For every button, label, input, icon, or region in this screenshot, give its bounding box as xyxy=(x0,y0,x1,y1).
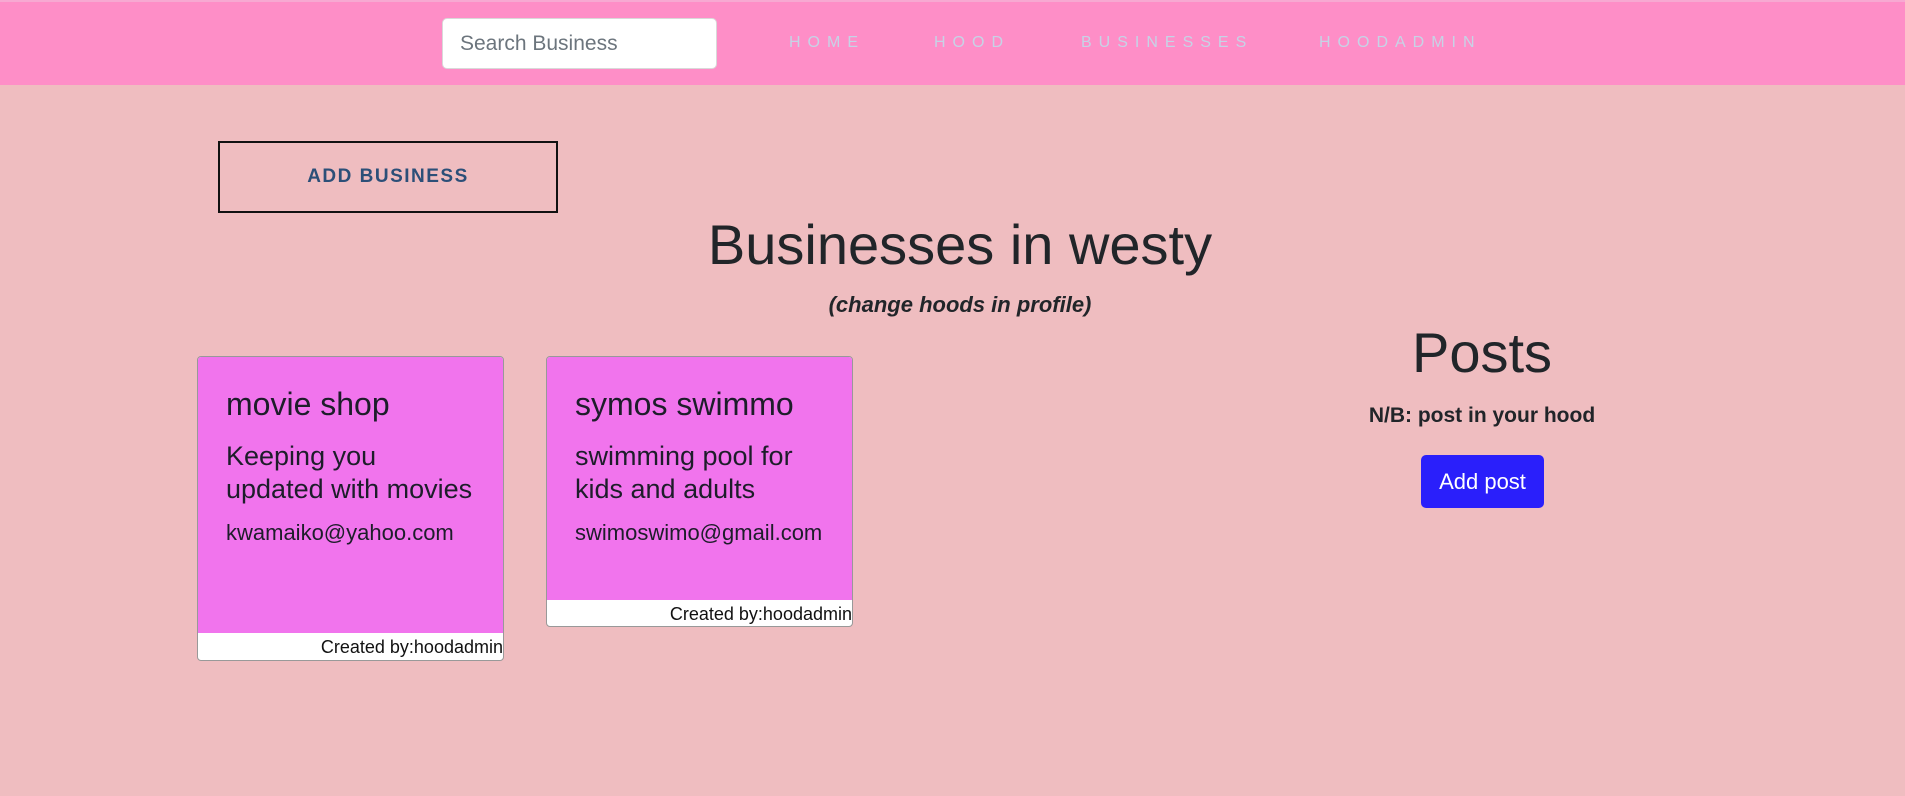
card-body: symos swimmo swimming pool for kids and … xyxy=(547,357,852,600)
page-title: Businesses in westy xyxy=(707,213,1213,276)
navbar: HOME HOOD BUSINESSES HOODADMIN xyxy=(0,0,1905,85)
business-description: Keeping you updated with movies xyxy=(226,441,473,505)
add-business-button[interactable]: ADD BUSINESS xyxy=(218,141,558,213)
nav-link-hood[interactable]: HOOD xyxy=(934,34,1010,52)
nav-link-businesses[interactable]: BUSINESSES xyxy=(1081,34,1253,52)
business-name: symos swimmo xyxy=(575,386,794,422)
business-email: kwamaiko@yahoo.com xyxy=(226,520,454,546)
posts-note: N/B: post in your hood xyxy=(1368,404,1596,427)
card-body: movie shop Keeping you updated with movi… xyxy=(198,357,503,633)
business-email: swimoswimo@gmail.com xyxy=(575,520,823,546)
business-created-by: Created by:hoodadmin xyxy=(669,604,852,624)
page-subtitle: (change hoods in profile) xyxy=(828,292,1092,317)
business-created-by: Created by:hoodadmin xyxy=(320,637,503,657)
search-business-input[interactable] xyxy=(442,18,717,69)
business-name: movie shop xyxy=(226,386,390,422)
add-post-button[interactable]: Add post xyxy=(1421,455,1544,508)
business-description: swimming pool for kids and adults xyxy=(575,441,793,505)
posts-title: Posts xyxy=(1411,321,1553,384)
nav-link-hoodadmin[interactable]: HOODADMIN xyxy=(1319,34,1482,52)
nav-link-home[interactable]: HOME xyxy=(789,34,865,52)
business-card: movie shop Keeping you updated with movi… xyxy=(197,356,504,661)
business-card: symos swimmo swimming pool for kids and … xyxy=(546,356,853,627)
